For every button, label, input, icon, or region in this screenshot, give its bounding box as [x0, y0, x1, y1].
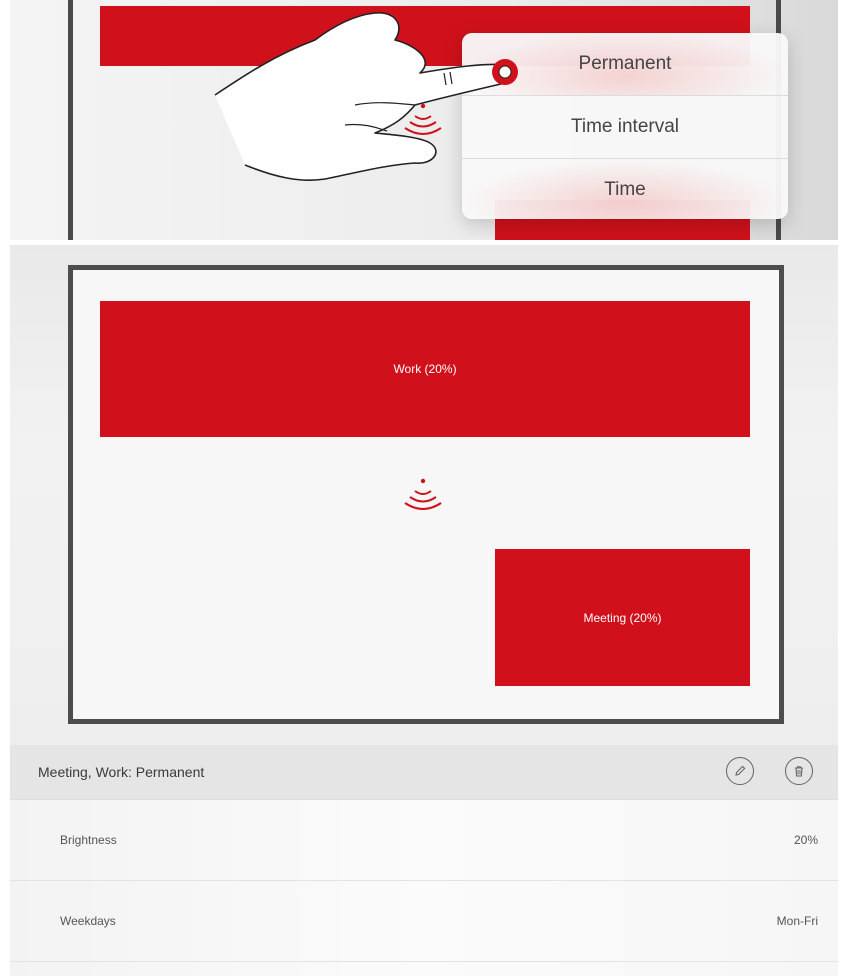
zone-meeting[interactable]: Meeting (20%) [495, 549, 750, 686]
brightness-label: Brightness [60, 833, 117, 847]
list-row-partial [10, 962, 838, 976]
weekdays-label: Weekdays [60, 914, 116, 928]
weekdays-row[interactable]: Weekdays Mon-Fri [10, 881, 838, 962]
weekdays-value: Mon-Fri [776, 914, 818, 928]
zone-work-label: Work (20%) [393, 362, 457, 376]
edit-button[interactable] [726, 757, 754, 785]
room-outline: Work (20%) Meeting (20%) [68, 265, 784, 724]
schedule-summary-title: Meeting, Work: Permanent [38, 764, 205, 780]
schedule-summary-row[interactable]: Meeting, Work: Permanent [10, 745, 838, 800]
brightness-value: 20% [793, 833, 818, 847]
hand-pointer-icon [214, 12, 518, 182]
floor-plan-panel: Work (20%) Meeting (20%) [10, 245, 838, 745]
delete-button[interactable] [785, 757, 813, 785]
brightness-row[interactable]: Brightness 20% [10, 800, 838, 881]
edit-pencil-icon [735, 765, 746, 776]
trash-icon [795, 766, 803, 777]
zone-meeting-label: Meeting (20%) [583, 610, 662, 625]
instruction-panel: Permanent Time interval Time [10, 0, 838, 240]
zone-work[interactable]: Work (20%) [100, 301, 750, 437]
room-wall-left [68, 0, 73, 240]
sensor-icon[interactable] [398, 475, 448, 515]
